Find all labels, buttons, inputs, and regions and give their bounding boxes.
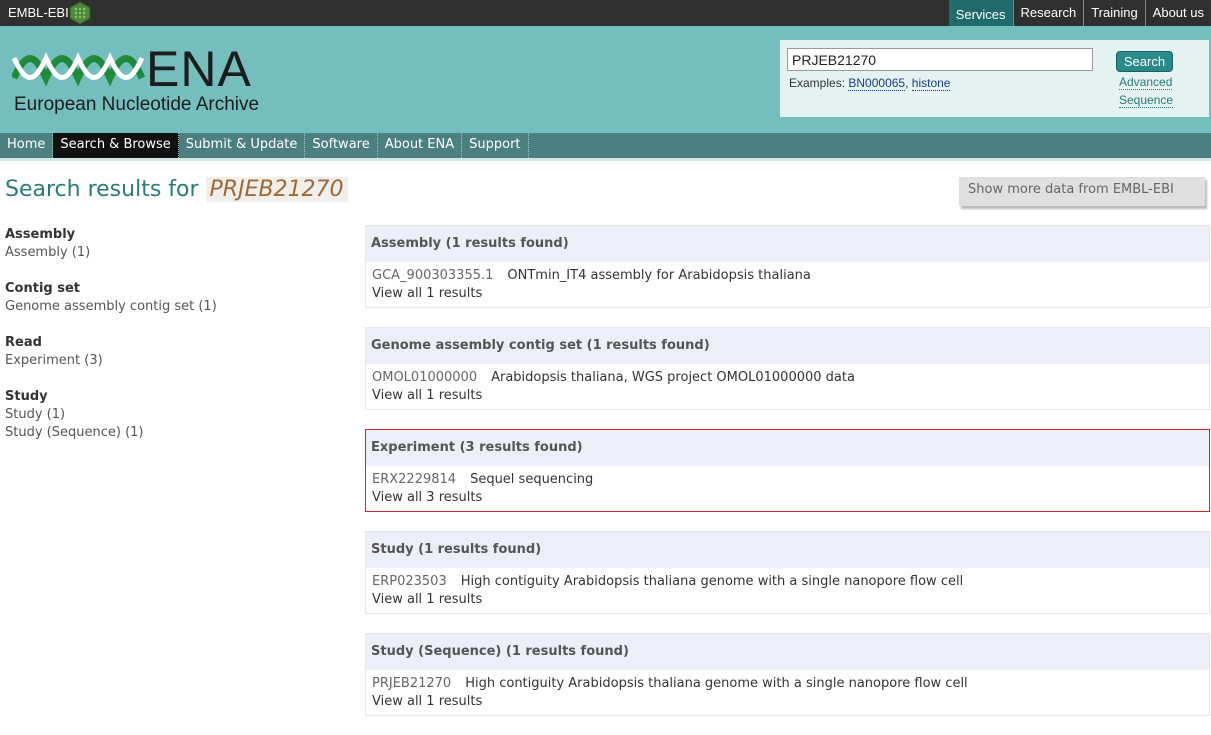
result-panel-body: ERP023503 High contiguity Arabidopsis tha… — [366, 568, 1209, 613]
global-link-training[interactable]: Training — [1083, 0, 1144, 26]
main-nav: Home Search & Browse Submit & Update Sof… — [0, 133, 1211, 158]
result-panel-heading: Assembly (1 results found) — [366, 226, 1209, 262]
result-description: High contiguity Arabidopsis thaliana gen… — [460, 574, 964, 589]
view-all-results-link[interactable]: View all 1 results — [372, 285, 1209, 303]
result-panel-body: PRJEB21270 High contiguity Arabidopsis th… — [366, 670, 1209, 715]
page-title-prefix: Search results for — [5, 177, 199, 202]
nav-submit-update[interactable]: Submit & Update — [179, 133, 306, 158]
facet-group-read: Read Experiment (3) — [5, 334, 217, 370]
ena-dna-helix-icon[interactable] — [12, 48, 146, 88]
result-panel-experiment: Experiment (3 results found) ERX2229814 S… — [365, 429, 1210, 512]
masthead: ENA European Nucleotide Archive Search E… — [0, 26, 1211, 133]
facet-group-contig-set: Contig set Genome assembly contig set (1… — [5, 280, 217, 316]
example-link-bn000065[interactable]: BN000065 — [848, 76, 906, 91]
result-accession-link[interactable]: OMOL01000000 — [372, 370, 477, 385]
result-accession-link[interactable]: PRJEB21270 — [372, 676, 451, 691]
result-panel-study-sequence: Study (Sequence) (1 results found) PRJEB… — [365, 633, 1210, 716]
facet-title: Study — [5, 389, 48, 404]
facet-group-study: Study Study (1) Study (Sequence) (1) — [5, 388, 217, 442]
facet-title: Read — [5, 335, 42, 350]
example-link-histone[interactable]: histone — [911, 76, 951, 91]
result-panel-study: Study (1 results found) ERP023503 High co… — [365, 531, 1210, 614]
facet-item-assembly[interactable]: Assembly (1) — [5, 244, 217, 262]
facet-item-experiment[interactable]: Experiment (3) — [5, 352, 217, 370]
results-list: Assembly (1 results found) GCA_900303355… — [365, 225, 1210, 735]
ebi-hexagon-icon — [69, 1, 91, 25]
ebi-logo[interactable]: EMBL-EBI — [8, 5, 69, 20]
global-link-about-us[interactable]: About us — [1144, 0, 1211, 26]
global-link-services[interactable]: Services — [948, 0, 1013, 26]
facet-sidebar: Assembly Assembly (1) Contig set Genome … — [5, 226, 217, 460]
facet-title: Assembly — [5, 227, 76, 242]
show-more-data-button[interactable]: Show more data from EMBL-EBI — [959, 177, 1205, 206]
view-all-results-link[interactable]: View all 1 results — [372, 591, 1209, 609]
result-panel-heading: Study (1 results found) — [366, 532, 1209, 568]
result-panel-body: GCA_900303355.1 ONTmin_IT4 assembly for A… — [366, 262, 1209, 307]
nav-divider — [0, 158, 1211, 161]
result-description: ONTmin_IT4 assembly for Arabidopsis thal… — [507, 268, 811, 283]
result-description: Sequel sequencing — [470, 472, 594, 487]
ena-logo-text[interactable]: ENA — [146, 40, 252, 98]
page-title: Search results for PRJEB21270 — [5, 177, 348, 202]
result-description: High contiguity Arabidopsis thaliana gen… — [465, 676, 968, 691]
result-accession-link[interactable]: ERX2229814 — [372, 472, 456, 487]
nav-home[interactable]: Home — [0, 133, 54, 158]
facet-title: Contig set — [5, 281, 80, 296]
nav-support[interactable]: Support — [462, 133, 529, 158]
facet-item-study[interactable]: Study (1) — [5, 406, 217, 424]
result-panel-contig-set: Genome assembly contig set (1 results fo… — [365, 327, 1210, 410]
result-panel-heading: Experiment (3 results found) — [366, 430, 1209, 466]
result-panel-body: ERX2229814 Sequel sequencing View all 3 r… — [366, 466, 1209, 511]
result-description: Arabidopsis thaliana, WGS project OMOL01… — [491, 370, 855, 385]
result-panel-heading: Genome assembly contig set (1 results fo… — [366, 328, 1209, 364]
search-box: Search Examples: BN000065, histone Advan… — [780, 40, 1209, 117]
facet-group-assembly: Assembly Assembly (1) — [5, 226, 217, 262]
examples-label: Examples: — [789, 76, 846, 90]
result-accession-link[interactable]: GCA_900303355.1 — [372, 268, 493, 283]
advanced-search-link[interactable]: Advanced — [1119, 75, 1173, 90]
result-panel-assembly: Assembly (1 results found) GCA_900303355… — [365, 225, 1210, 308]
facet-item-study-sequence[interactable]: Study (Sequence) (1) — [5, 424, 217, 442]
global-link-research[interactable]: Research — [1012, 0, 1084, 26]
nav-search-browse[interactable]: Search & Browse — [53, 133, 179, 158]
sequence-search-link[interactable]: Sequence — [1119, 93, 1174, 108]
facet-item-genome-assembly-contig-set[interactable]: Genome assembly contig set (1) — [5, 298, 217, 316]
view-all-results-link[interactable]: View all 1 results — [372, 387, 1209, 405]
page-title-query: PRJEB21270 — [205, 177, 348, 202]
nav-software[interactable]: Software — [305, 133, 378, 158]
search-examples: Examples: BN000065, histone — [789, 76, 951, 91]
view-all-results-link[interactable]: View all 1 results — [372, 693, 1209, 711]
result-accession-link[interactable]: ERP023503 — [372, 574, 447, 589]
result-panel-heading: Study (Sequence) (1 results found) — [366, 634, 1209, 670]
global-bar: EMBL-EBI Services Research Training Abou… — [0, 0, 1211, 26]
view-all-results-link[interactable]: View all 3 results — [372, 489, 1209, 507]
nav-about-ena[interactable]: About ENA — [378, 133, 463, 158]
result-panel-body: OMOL01000000 Arabidopsis thaliana, WGS pr… — [366, 364, 1209, 409]
search-button[interactable]: Search — [1116, 51, 1173, 72]
global-nav: Services Research Training About us — [948, 0, 1211, 26]
search-input[interactable] — [787, 48, 1093, 71]
ena-logo-subtitle: European Nucleotide Archive — [14, 94, 260, 115]
